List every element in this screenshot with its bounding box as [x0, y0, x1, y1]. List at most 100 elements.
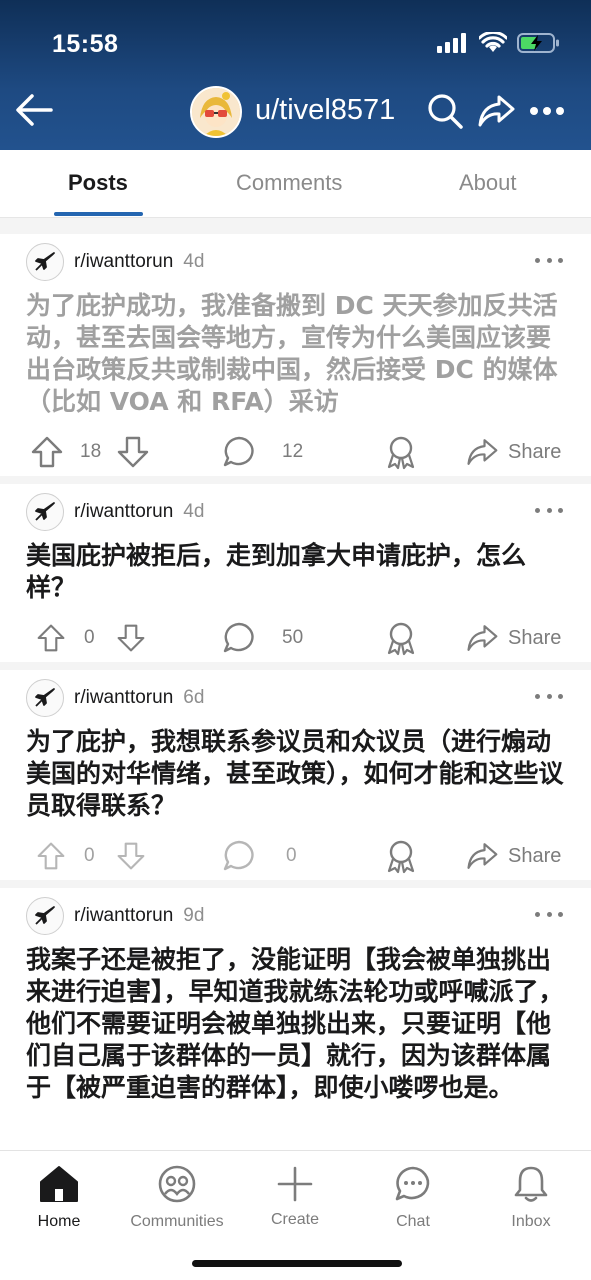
home-icon: [40, 1166, 78, 1202]
share-profile-button[interactable]: [475, 90, 517, 132]
post-meta: r/iwanttorun 4d: [26, 242, 204, 282]
subreddit-icon[interactable]: [26, 493, 64, 531]
share-button[interactable]: Share: [466, 432, 561, 472]
post-age: 6d: [183, 687, 205, 708]
vote-count: 0: [84, 627, 95, 648]
profile-header: 15:58 u/tivel8571: [0, 0, 591, 150]
post-more-button[interactable]: [535, 904, 563, 924]
signal-icon: [437, 33, 466, 53]
subreddit-name[interactable]: r/iwanttorun: [74, 905, 173, 927]
subreddit-name[interactable]: r/iwanttorun: [74, 687, 173, 709]
post-card[interactable]: r/iwanttorun 9d 我案子还是被拒了，没能证明【我会被单独挑出来进行…: [0, 888, 591, 1150]
nav-communities[interactable]: Communities: [118, 1161, 236, 1241]
downvote-button[interactable]: [116, 618, 146, 658]
subreddit-icon[interactable]: [26, 243, 64, 281]
share-label: Share: [508, 626, 562, 649]
subreddit-name[interactable]: r/iwanttorun: [74, 251, 173, 273]
username: u/tivel8571: [255, 94, 396, 126]
comment-bubble-icon: [223, 436, 254, 467]
search-button[interactable]: [424, 90, 466, 132]
post-card[interactable]: r/iwanttorun 4d 为了庇护成功，我准备搬到 DC 天天参加反共活动…: [0, 234, 591, 484]
downvote-icon: [117, 436, 149, 468]
post-age: 4d: [183, 251, 205, 272]
post-age: 9d: [183, 905, 205, 926]
battery-charging-icon: [517, 33, 559, 53]
search-icon: [428, 94, 463, 129]
nav-label: Home: [37, 1213, 81, 1230]
nav-home[interactable]: Home: [0, 1161, 118, 1241]
home-indicator: [192, 1260, 402, 1267]
posts-feed: r/iwanttorun 4d 为了庇护成功，我准备搬到 DC 天天参加反共活动…: [0, 234, 591, 1150]
share-arrow-icon: [478, 95, 515, 127]
avatar-illustration: [192, 88, 240, 136]
upvote-button[interactable]: [36, 618, 66, 658]
chat-icon: [395, 1166, 430, 1201]
award-button[interactable]: [384, 432, 418, 472]
tab-comments[interactable]: Comments: [236, 170, 342, 196]
upvote-icon: [37, 624, 65, 652]
comment-count: 12: [282, 441, 304, 462]
subreddit-icon[interactable]: [26, 897, 64, 935]
post-card[interactable]: r/iwanttorun 4d 美国庇护被拒后，走到加拿大申请庇护，怎么样？ 0…: [0, 484, 591, 670]
upvote-button[interactable]: [30, 432, 64, 472]
upvote-icon: [31, 436, 63, 468]
share-icon: [467, 625, 498, 651]
back-button[interactable]: [12, 88, 56, 132]
post-more-button[interactable]: [535, 686, 563, 706]
wifi-icon: [479, 32, 507, 52]
share-label: Share: [508, 844, 562, 867]
award-icon: [387, 622, 415, 656]
post-title[interactable]: 为了庇护，我想联系参议员和众议员（进行煽动美国的对华情绪，甚至政策），如何才能和…: [26, 726, 567, 822]
post-more-button[interactable]: [535, 250, 563, 270]
more-horizontal-icon: [530, 107, 564, 115]
award-button[interactable]: [384, 836, 418, 876]
status-time: 15:58: [52, 30, 119, 58]
comment-count: 50: [282, 627, 304, 648]
nav-label: Inbox: [511, 1213, 551, 1230]
communities-icon: [158, 1165, 196, 1203]
bell-icon: [514, 1166, 548, 1202]
nav-label: Communities: [130, 1213, 224, 1230]
post-meta: r/iwanttorun 9d: [26, 896, 204, 936]
post-meta: r/iwanttorun 4d: [26, 492, 204, 532]
downvote-icon: [117, 624, 145, 652]
avatar[interactable]: [190, 86, 242, 138]
back-arrow-icon: [16, 94, 53, 126]
post-more-button[interactable]: [535, 500, 563, 520]
tab-about[interactable]: About: [459, 170, 517, 196]
status-icons: [437, 32, 561, 54]
post-actions-secondary: Share: [0, 836, 591, 876]
nav-chat[interactable]: Chat: [354, 1161, 472, 1241]
post-title[interactable]: 为了庇护成功，我准备搬到 DC 天天参加反共活动，甚至去国会等地方，宣传为什么美…: [26, 290, 567, 418]
share-icon: [467, 439, 498, 465]
subreddit-icon[interactable]: [26, 679, 64, 717]
plus-icon: [277, 1166, 313, 1202]
downvote-button[interactable]: [116, 432, 150, 472]
share-button[interactable]: Share: [466, 618, 561, 658]
nav-inbox[interactable]: Inbox: [472, 1161, 590, 1241]
post-title[interactable]: 我案子还是被拒了，没能证明【我会被单独挑出来进行迫害】，早知道我就练法轮功或呼喊…: [26, 944, 567, 1104]
share-button[interactable]: Share: [466, 836, 561, 876]
share-icon: [467, 843, 498, 869]
post-card[interactable]: r/iwanttorun 6d 为了庇护，我想联系参议员和众议员（进行煽动美国的…: [0, 670, 591, 888]
comments-button[interactable]: [222, 432, 256, 472]
post-actions: 0 50 Share: [0, 618, 591, 658]
tab-posts[interactable]: Posts: [68, 170, 128, 196]
comments-button[interactable]: [222, 618, 256, 658]
runner-plane-icon: [35, 252, 55, 271]
post-title[interactable]: 美国庇护被拒后，走到加拿大申请庇护，怎么样？: [26, 540, 567, 604]
profile-tabs: Posts Comments About: [0, 150, 591, 218]
award-icon: [387, 840, 415, 874]
award-button[interactable]: [384, 618, 418, 658]
nav-label: Chat: [396, 1213, 430, 1230]
more-options-button[interactable]: [526, 90, 568, 132]
post-actions: 18 12 Share: [0, 432, 591, 472]
nav-create[interactable]: Create: [236, 1161, 354, 1241]
award-icon: [387, 436, 415, 470]
vote-count: 18: [80, 441, 102, 462]
subreddit-name[interactable]: r/iwanttorun: [74, 501, 173, 523]
runner-plane-icon: [35, 502, 55, 521]
post-meta: r/iwanttorun 6d: [26, 678, 204, 718]
header-nav-row: u/tivel8571: [0, 78, 591, 148]
divider: [0, 218, 591, 234]
